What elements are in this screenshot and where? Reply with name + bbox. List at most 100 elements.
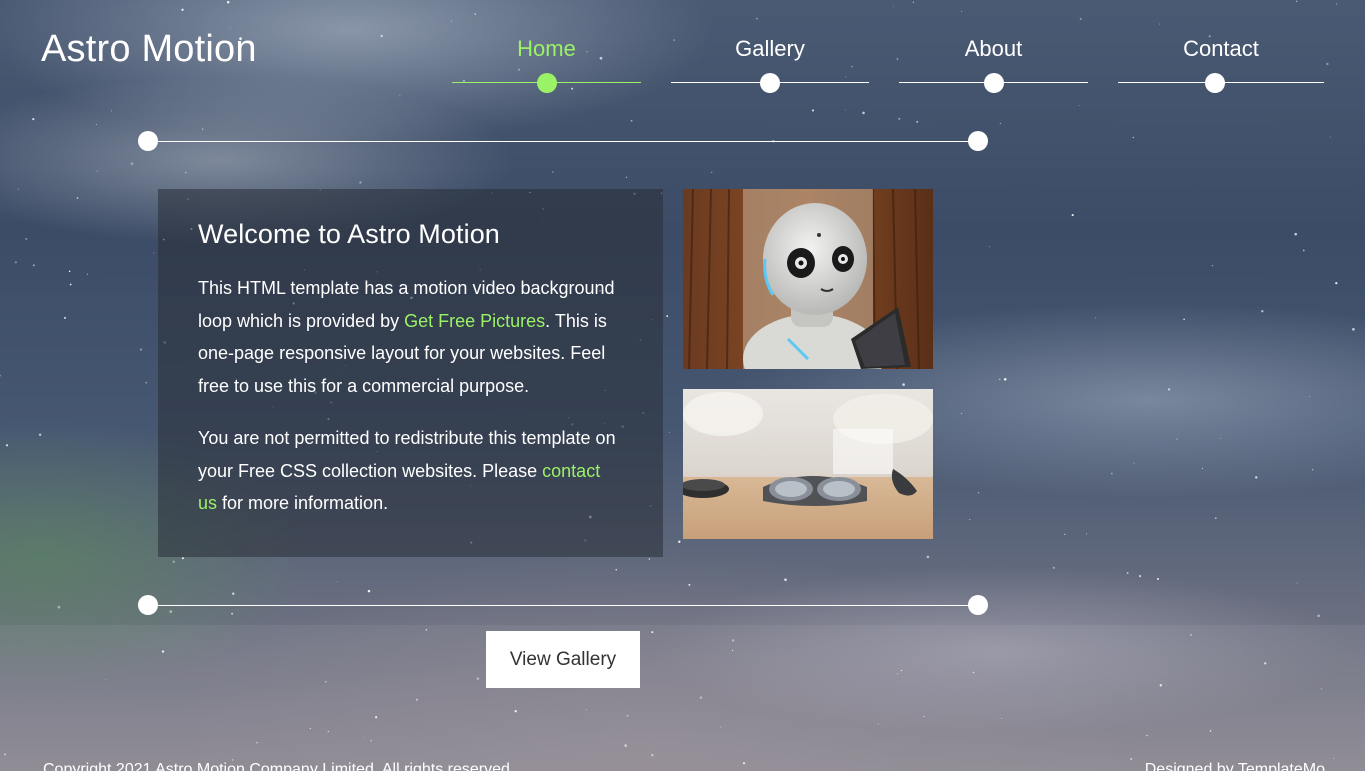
- star: [130, 162, 134, 165]
- star: [1139, 575, 1142, 578]
- star: [1064, 533, 1066, 535]
- footer-band: [0, 625, 1365, 771]
- nav-item-label: Gallery: [735, 36, 805, 61]
- star: [181, 557, 184, 560]
- star: [1211, 264, 1214, 267]
- nav-item-home[interactable]: Home: [452, 34, 641, 93]
- star: [17, 188, 19, 190]
- star: [450, 20, 452, 22]
- star: [95, 124, 97, 125]
- star: [1335, 281, 1338, 285]
- star: [1167, 388, 1171, 391]
- nav-item-about[interactable]: About: [899, 34, 1088, 93]
- copyright-text: Copyright 2021 Astro Motion Company Limi…: [43, 761, 515, 771]
- star: [1317, 614, 1320, 618]
- star: [63, 316, 67, 319]
- star: [668, 431, 670, 433]
- star: [851, 65, 853, 68]
- nav-item-label: Contact: [1183, 36, 1259, 61]
- star: [811, 109, 815, 112]
- star: [181, 8, 184, 11]
- star: [226, 1, 230, 4]
- star: [551, 171, 554, 173]
- star: [678, 540, 681, 543]
- welcome-panel: Welcome to Astro Motion This HTML templa…: [158, 189, 663, 557]
- nav-item-label: About: [964, 36, 1023, 61]
- star: [1261, 309, 1264, 313]
- star: [1329, 136, 1331, 138]
- star: [1326, 62, 1329, 66]
- star: [615, 568, 617, 571]
- nav-dot: [1205, 73, 1225, 93]
- star: [145, 381, 148, 384]
- star: [32, 117, 35, 121]
- star: [172, 560, 175, 563]
- star: [1003, 377, 1007, 381]
- star: [232, 592, 235, 595]
- star: [14, 261, 17, 264]
- welcome-paragraph-2: You are not permitted to redistribute th…: [198, 422, 623, 520]
- star: [784, 578, 787, 582]
- star: [1159, 23, 1161, 25]
- star: [86, 273, 89, 275]
- star: [76, 197, 79, 199]
- star: [68, 270, 71, 272]
- ar-glasses-photo: [683, 389, 933, 539]
- star: [1126, 572, 1129, 574]
- star: [961, 412, 963, 414]
- star: [1176, 438, 1178, 440]
- designer-credit: Designed by TemplateMo: [1144, 761, 1325, 771]
- star: [1133, 462, 1135, 464]
- divider-dot-right: [968, 131, 988, 151]
- star: [1215, 517, 1217, 519]
- star: [916, 120, 919, 123]
- star: [517, 68, 520, 71]
- star: [1309, 396, 1311, 398]
- star: [32, 264, 35, 267]
- welcome-paragraph-1: This HTML template has a motion video ba…: [198, 272, 623, 402]
- star: [977, 492, 980, 494]
- star: [845, 76, 847, 78]
- star: [1078, 104, 1080, 106]
- star: [1352, 327, 1355, 331]
- star: [845, 109, 847, 111]
- star: [399, 94, 401, 96]
- paragraph-text: for more information.: [217, 493, 389, 513]
- star: [5, 444, 9, 447]
- star: [999, 122, 1001, 125]
- star: [367, 589, 371, 593]
- divider-dot-left: [138, 131, 158, 151]
- view-gallery-button[interactable]: View Gallery: [486, 631, 640, 688]
- star: [359, 181, 362, 184]
- star: [139, 348, 143, 351]
- star: [571, 87, 574, 90]
- get-free-pictures-link[interactable]: Get Free Pictures: [404, 311, 545, 331]
- star: [0, 374, 2, 377]
- star: [38, 433, 42, 436]
- star: [999, 378, 1001, 381]
- nav-item-label: Home: [517, 36, 576, 61]
- nav-item-gallery[interactable]: Gallery: [671, 34, 869, 93]
- nav-dot: [760, 73, 780, 93]
- star: [1296, 582, 1298, 584]
- star: [648, 558, 650, 560]
- site-logo[interactable]: Astro Motion: [41, 28, 257, 71]
- star: [862, 111, 865, 115]
- star: [153, 252, 155, 254]
- star: [1095, 317, 1097, 319]
- star: [1086, 533, 1087, 535]
- star: [96, 170, 98, 172]
- star: [1311, 468, 1314, 471]
- star: [110, 110, 113, 112]
- divider-dot-right: [968, 595, 988, 615]
- star: [625, 176, 628, 178]
- star: [926, 555, 930, 559]
- star: [1294, 232, 1297, 236]
- divider-line: [148, 141, 978, 142]
- nav-item-contact[interactable]: Contact: [1118, 34, 1324, 93]
- star: [336, 581, 338, 583]
- star: [1255, 476, 1258, 479]
- star: [688, 583, 691, 586]
- star: [1220, 437, 1221, 439]
- star: [1079, 18, 1082, 20]
